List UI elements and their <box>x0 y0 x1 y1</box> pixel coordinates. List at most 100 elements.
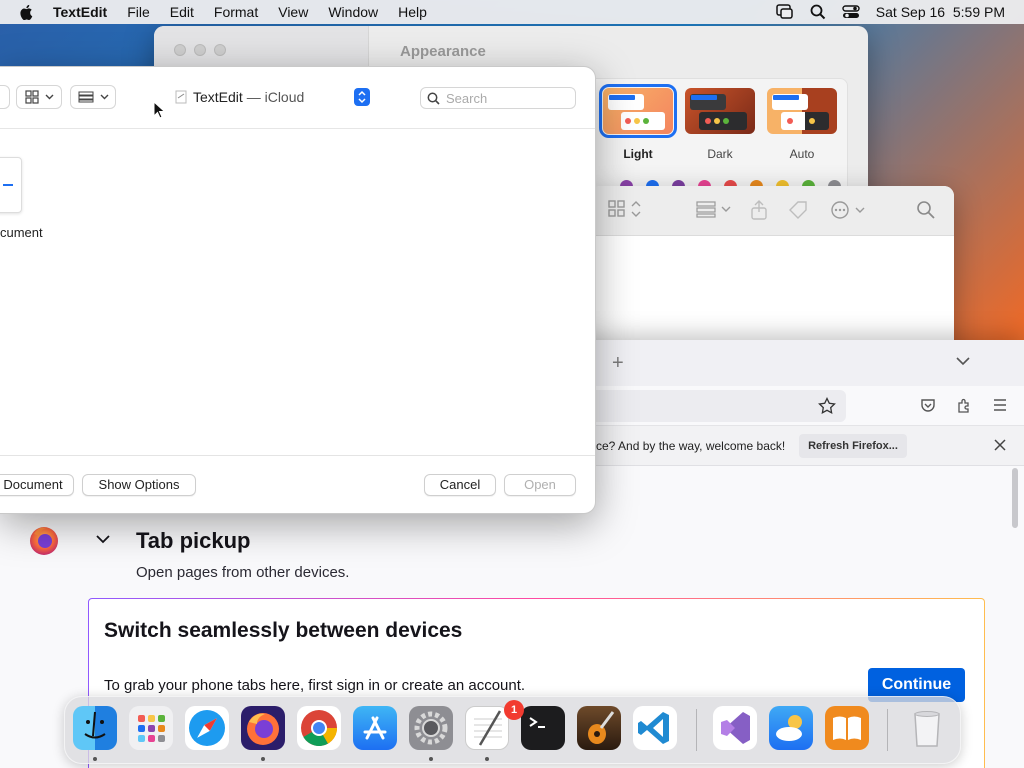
launchpad-icon[interactable] <box>129 706 173 750</box>
settings-badge: 1 <box>504 700 524 720</box>
app-menu-icon[interactable] <box>992 398 1008 412</box>
zoom-window-button[interactable] <box>214 44 226 56</box>
extensions-icon[interactable] <box>956 398 972 414</box>
menu-app-name[interactable]: TextEdit <box>53 4 107 20</box>
location-app: TextEdit <box>193 89 243 105</box>
icon-view-icon <box>24 90 39 104</box>
firefox-running-indicator <box>261 757 265 761</box>
terminal-icon[interactable] <box>521 706 565 750</box>
group-icon[interactable] <box>696 200 732 218</box>
dialog-toolbar: TextEdit — iCloud Search <box>0 67 595 129</box>
settings-running-indicator <box>429 757 433 761</box>
menu-help[interactable]: Help <box>398 4 427 20</box>
search-icon[interactable] <box>916 200 936 220</box>
back-forward-control[interactable] <box>0 85 10 109</box>
firefox-icon[interactable] <box>241 706 285 750</box>
chevron-down-icon <box>100 94 108 100</box>
collapse-section-icon[interactable] <box>96 534 110 544</box>
share-icon[interactable] <box>750 200 768 220</box>
finder-running-indicator <box>93 757 97 761</box>
group-icon <box>78 91 93 103</box>
visual-studio-icon[interactable] <box>713 706 757 750</box>
bookmark-star-icon[interactable] <box>818 397 836 415</box>
tab-pickup-subtitle: Open pages from other devices. <box>136 564 350 581</box>
chrome-icon[interactable] <box>297 706 341 750</box>
textedit-running-indicator <box>485 757 489 761</box>
notes-toolbar <box>590 186 954 236</box>
app-store-icon[interactable] <box>353 706 397 750</box>
menu-format[interactable]: Format <box>214 4 258 20</box>
close-window-button[interactable] <box>174 44 186 56</box>
pocket-icon[interactable] <box>920 398 936 414</box>
mouse-pointer-icon <box>153 101 165 119</box>
garageband-icon[interactable] <box>577 706 621 750</box>
firefox-logo-icon <box>30 527 58 555</box>
document-label[interactable]: cument <box>0 225 43 240</box>
notes-window <box>590 186 954 366</box>
theme-auto-preview <box>767 88 837 134</box>
view-mode-button[interactable] <box>16 85 62 109</box>
menubar-clock[interactable]: Sat Sep 16 5:59 PM <box>876 4 1005 20</box>
theme-light-preview <box>599 84 677 138</box>
menu-edit[interactable]: Edit <box>170 4 194 20</box>
dock-divider <box>696 709 697 751</box>
tab-pickup-heading: Tab pickup <box>136 528 251 553</box>
location-stepper-icon <box>354 88 370 106</box>
weather-icon[interactable] <box>769 706 813 750</box>
search-placeholder: Search <box>446 90 488 106</box>
chevron-down-icon <box>45 94 53 100</box>
list-all-tabs-icon[interactable] <box>956 356 970 366</box>
theme-dark-preview <box>685 88 755 134</box>
theme-dark-label: Dark <box>707 147 733 161</box>
close-notification-icon[interactable] <box>993 438 1007 452</box>
system-settings-icon[interactable] <box>409 706 453 750</box>
open-file-dialog: TextEdit — iCloud Search cument Document… <box>0 66 596 514</box>
document-thumbnail[interactable] <box>0 157 22 213</box>
open-button[interactable]: Open <box>504 474 576 496</box>
show-options-button[interactable]: Show Options <box>82 474 196 496</box>
dialog-search-field[interactable]: Search <box>420 87 576 109</box>
refresh-firefox-button[interactable]: Refresh Firefox... <box>799 434 907 458</box>
theme-light-label: Light <box>623 147 653 161</box>
books-icon[interactable] <box>825 706 869 750</box>
theme-option-dark[interactable]: Dark <box>682 88 758 161</box>
apple-menu-icon[interactable] <box>19 4 35 20</box>
menubar: TextEdit File Edit Format View Window He… <box>0 0 1024 24</box>
minimize-window-button[interactable] <box>194 44 206 56</box>
menu-view[interactable]: View <box>278 4 308 20</box>
textedit-doc-icon <box>175 90 187 104</box>
location-popup[interactable]: TextEdit — iCloud <box>165 85 372 109</box>
screen-mirroring-icon[interactable] <box>776 4 794 20</box>
textedit-icon[interactable] <box>465 706 509 750</box>
finder-icon[interactable] <box>73 706 117 750</box>
card-heading: Switch seamlessly between devices <box>104 619 463 642</box>
more-actions-icon[interactable] <box>830 200 866 220</box>
scrollbar-thumb[interactable] <box>1012 468 1018 528</box>
menu-window[interactable]: Window <box>328 4 378 20</box>
vscode-icon[interactable] <box>633 706 677 750</box>
theme-option-light[interactable]: Light <box>599 84 677 161</box>
dock-divider-trash <box>887 709 888 751</box>
cancel-button[interactable]: Cancel <box>424 474 496 496</box>
view-as-grid-icon[interactable] <box>608 200 642 218</box>
dock: 1 <box>64 696 961 764</box>
menu-file[interactable]: File <box>127 4 150 20</box>
settings-section-title: Appearance <box>400 43 486 60</box>
tag-icon[interactable] <box>788 200 810 220</box>
new-document-button[interactable]: Document <box>0 474 74 496</box>
control-center-icon[interactable] <box>842 4 860 20</box>
group-by-button[interactable] <box>70 85 116 109</box>
spotlight-icon[interactable] <box>810 4 826 20</box>
notification-message: ce? And by the way, welcome back! <box>596 439 786 453</box>
new-tab-button[interactable]: + <box>612 352 624 375</box>
card-text: To grab your phone tabs here, first sign… <box>104 677 526 694</box>
page-scrollbar[interactable] <box>1012 466 1020 736</box>
theme-option-auto[interactable]: Auto <box>764 88 840 161</box>
location-place: iCloud <box>264 89 305 105</box>
trash-icon[interactable] <box>905 706 949 750</box>
location-separator: — <box>242 89 265 105</box>
search-icon <box>427 92 440 105</box>
safari-icon[interactable] <box>185 706 229 750</box>
dialog-footer: Document Show Options Cancel Open <box>0 455 595 513</box>
theme-auto-label: Auto <box>789 147 815 161</box>
